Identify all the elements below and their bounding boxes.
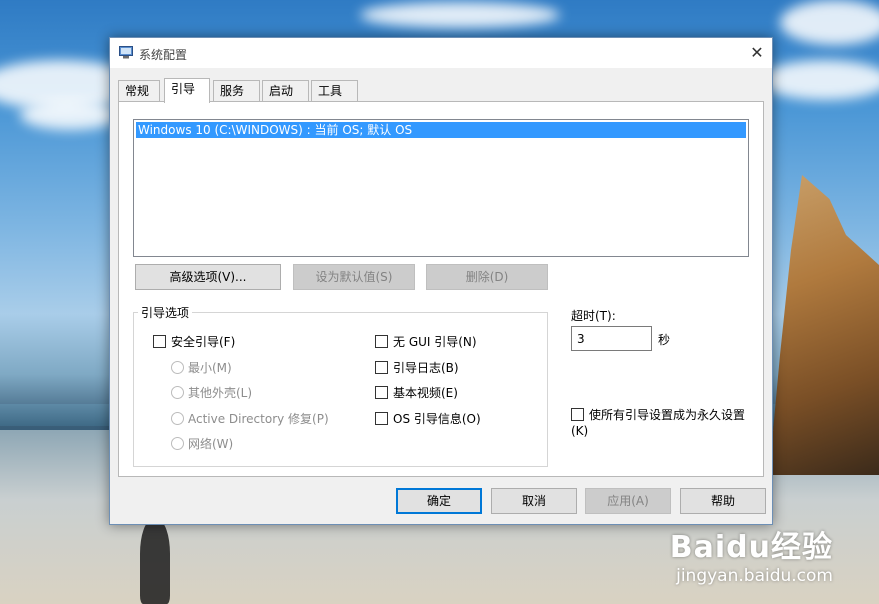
cancel-button[interactable]: 取消: [491, 488, 577, 514]
person-silhouette: [140, 520, 170, 604]
checkbox-box: [375, 386, 388, 399]
ok-button[interactable]: 确定: [396, 488, 482, 514]
baidu-watermark: Baidu经验 jingyan.baidu.com: [670, 522, 833, 586]
os-boot-info-label: OS 引导信息(O): [393, 412, 481, 426]
set-default-button[interactable]: 设为默认值(S): [293, 264, 415, 290]
radio-circle: [171, 412, 184, 425]
minimal-radio[interactable]: 最小(M): [171, 360, 232, 376]
boot-log-label: 引导日志(B): [393, 361, 459, 375]
timeout-label: 超时(T):: [571, 309, 616, 323]
checkbox-box: [375, 412, 388, 425]
window-title: 系统配置: [139, 48, 188, 62]
base-video-checkbox[interactable]: 基本视频(E): [375, 385, 458, 401]
checkbox-box: [153, 335, 166, 348]
help-button[interactable]: 帮助: [680, 488, 766, 514]
radio-circle: [171, 437, 184, 450]
make-permanent-checkbox[interactable]: 使所有引导设置成为永久设置(K): [571, 407, 751, 439]
os-boot-info-checkbox[interactable]: OS 引导信息(O): [375, 411, 481, 427]
close-icon[interactable]: ✕: [742, 38, 772, 68]
tab-boot[interactable]: 引导: [164, 78, 210, 103]
boot-log-checkbox[interactable]: 引导日志(B): [375, 360, 459, 376]
tab-tools[interactable]: 工具: [311, 80, 358, 101]
network-label: 网络(W): [188, 437, 234, 451]
title-bar[interactable]: 系统配置 ✕: [110, 38, 772, 68]
ad-repair-label: Active Directory 修复(P): [188, 412, 329, 426]
system-config-icon: [119, 46, 133, 59]
rock-formation: [769, 175, 879, 475]
radio-circle: [171, 361, 184, 374]
apply-button[interactable]: 应用(A): [585, 488, 671, 514]
ad-repair-radio[interactable]: Active Directory 修复(P): [171, 411, 329, 427]
checkbox-box: [571, 408, 584, 421]
checkbox-box: [375, 335, 388, 348]
checkbox-box: [375, 361, 388, 374]
boot-tab-panel: Windows 10 (C:\WINDOWS) : 当前 OS; 默认 OS 高…: [118, 101, 764, 477]
os-list-item[interactable]: Windows 10 (C:\WINDOWS) : 当前 OS; 默认 OS: [136, 122, 746, 138]
watermark-url: jingyan.baidu.com: [676, 566, 833, 586]
no-gui-boot-label: 无 GUI 引导(N): [393, 335, 477, 349]
no-gui-boot-checkbox[interactable]: 无 GUI 引导(N): [375, 334, 477, 350]
timeout-input[interactable]: [571, 326, 652, 351]
radio-circle: [171, 386, 184, 399]
alternate-shell-label: 其他外壳(L): [188, 386, 253, 400]
delete-button[interactable]: 删除(D): [426, 264, 548, 290]
boot-options-group: 引导选项 安全引导(F) 最小(M) 其他外壳(L) Active Direct…: [133, 304, 548, 467]
safe-boot-label: 安全引导(F): [171, 335, 236, 349]
system-config-dialog: 系统配置 ✕ 常规 引导 服务 启动 工具 Windows 10 (C:\WIN…: [109, 37, 773, 525]
boot-options-title: 引导选项: [138, 304, 193, 321]
network-radio[interactable]: 网络(W): [171, 436, 233, 452]
alternate-shell-radio[interactable]: 其他外壳(L): [171, 385, 252, 401]
base-video-label: 基本视频(E): [393, 386, 458, 400]
advanced-options-button[interactable]: 高级选项(V)...: [135, 264, 281, 290]
make-permanent-label: 使所有引导设置成为永久设置(K): [571, 408, 746, 438]
tab-services[interactable]: 服务: [213, 80, 260, 101]
safe-boot-checkbox[interactable]: 安全引导(F): [153, 334, 235, 350]
tab-startup[interactable]: 启动: [262, 80, 309, 101]
watermark-logo: Baidu经验: [669, 530, 833, 565]
tab-general[interactable]: 常规: [118, 80, 160, 101]
os-list[interactable]: Windows 10 (C:\WINDOWS) : 当前 OS; 默认 OS: [133, 119, 749, 257]
minimal-label: 最小(M): [188, 361, 232, 375]
timeout-unit-label: 秒: [658, 333, 671, 347]
